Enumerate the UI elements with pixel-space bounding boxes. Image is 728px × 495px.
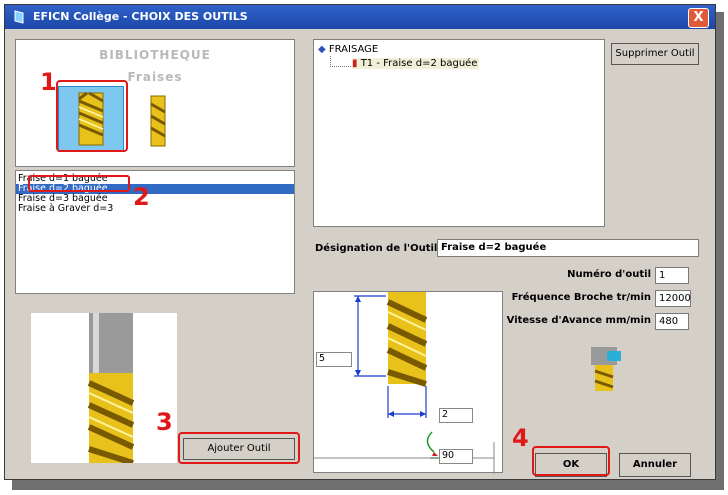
tool-preview-image	[87, 313, 135, 466]
end-mill-icon	[150, 95, 166, 147]
step-1-marker: 1	[40, 68, 57, 96]
highlight-ok-button	[532, 446, 610, 476]
tool-number-field[interactable]: 1	[655, 267, 689, 284]
window-title: EFICN Collège - CHOIX DES OUTILS	[33, 10, 248, 23]
feed-field[interactable]: 480	[655, 313, 689, 330]
angle-field[interactable]: 90	[439, 449, 473, 464]
highlight-add-button	[178, 432, 300, 464]
tool-tree: ◆ FRAISAGE ▮ T1 - Fraise d=2 baguée	[313, 39, 605, 227]
step-3-marker: 3	[156, 408, 173, 436]
tool-holder-icon	[591, 347, 621, 391]
tool-dimension-sketch	[314, 292, 495, 474]
step-2-marker: 2	[133, 183, 150, 211]
close-button[interactable]: X	[688, 8, 709, 28]
milling-icon: ◆	[318, 44, 326, 55]
delete-tool-button[interactable]: Supprimer Outil	[611, 43, 699, 65]
title-bar: EFICN Collège - CHOIX DES OUTILS X	[5, 5, 715, 29]
step-4-marker: 4	[512, 424, 529, 452]
dialog-window: EFICN Collège - CHOIX DES OUTILS X BIBLI…	[4, 4, 716, 480]
list-item[interactable]: Fraise à Graver d=3	[16, 204, 294, 214]
designation-label: Désignation de l'Outil	[315, 243, 438, 254]
tool-icon: ▮	[352, 58, 358, 69]
highlight-list-item	[28, 175, 130, 192]
tree-root[interactable]: ◆ FRAISAGE	[318, 44, 378, 55]
tool-number-label: Numéro d'outil	[567, 269, 651, 280]
app-icon	[14, 10, 24, 24]
tool-thumbnail-2[interactable]	[142, 92, 172, 150]
designation-field[interactable]: Fraise d=2 baguée	[437, 239, 699, 257]
tool-preview	[31, 313, 177, 466]
length-field[interactable]: 5	[316, 352, 352, 367]
highlight-thumbnail	[56, 80, 128, 152]
tree-connector	[330, 56, 351, 67]
diameter-field[interactable]: 2	[439, 408, 473, 423]
dimension-drawing	[313, 291, 503, 474]
spindle-field[interactable]: 12000	[655, 290, 691, 307]
tree-item-t1[interactable]: ▮ T1 - Fraise d=2 baguée	[352, 58, 480, 69]
cancel-button[interactable]: Annuler	[619, 453, 691, 477]
library-title: BIBLIOTHEQUE	[99, 48, 211, 62]
